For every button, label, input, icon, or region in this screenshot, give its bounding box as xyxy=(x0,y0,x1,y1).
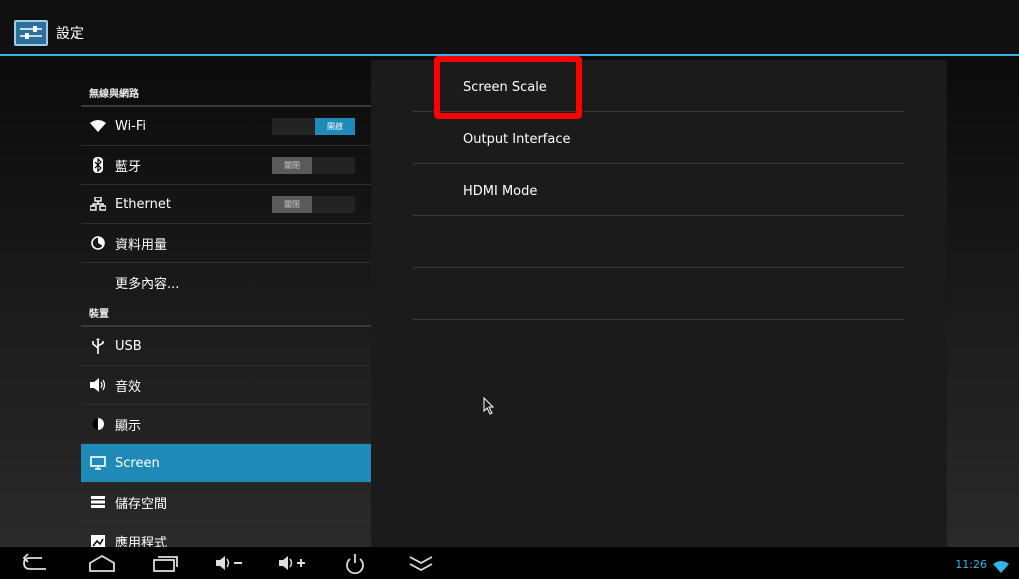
display-icon xyxy=(89,415,107,433)
navigation-bar: 11:26 xyxy=(0,547,1019,579)
home-icon[interactable] xyxy=(88,553,116,577)
section-header-wireless: 無線與網路 xyxy=(81,82,371,107)
data-usage-icon xyxy=(89,234,107,252)
sound-icon xyxy=(89,376,107,394)
sidebar-item-ethernet[interactable]: Ethernet 關閉 xyxy=(81,185,371,224)
mouse-cursor-icon xyxy=(483,396,495,419)
toggle-knob: 關閉 xyxy=(272,157,312,174)
option-empty-2 xyxy=(413,268,905,320)
settings-app-icon[interactable] xyxy=(14,20,48,46)
power-icon[interactable] xyxy=(344,553,366,579)
bluetooth-toggle[interactable]: 關閉 xyxy=(272,157,355,174)
volume-down-icon[interactable] xyxy=(214,553,244,577)
option-hdmi-mode[interactable]: HDMI Mode xyxy=(413,164,905,216)
storage-icon xyxy=(89,493,107,511)
sidebar-item-label: 應用程式 xyxy=(115,536,168,547)
highlight-box xyxy=(434,56,582,119)
sidebar-item-label: Wi-Fi xyxy=(115,118,147,134)
sidebar-item-label: 資料用量 xyxy=(115,237,168,253)
sidebar-item-storage[interactable]: 儲存空間 xyxy=(81,483,371,522)
ethernet-icon xyxy=(89,195,107,213)
option-empty-1 xyxy=(413,216,905,268)
sidebar-item-bluetooth[interactable]: 藍牙 關閉 xyxy=(81,146,371,185)
wifi-icon xyxy=(89,117,107,135)
title-bar: 設定 xyxy=(0,0,1019,56)
sidebar-item-wifi[interactable]: Wi-Fi 開啟 xyxy=(81,107,371,146)
wifi-toggle[interactable]: 開啟 xyxy=(272,118,355,135)
sidebar-item-more[interactable]: 更多內容... xyxy=(81,263,371,302)
clock: 11:26 xyxy=(955,558,987,571)
app-title: 設定 xyxy=(56,26,84,42)
sidebar-item-label: USB xyxy=(115,338,142,354)
sidebar-item-label: 儲存空間 xyxy=(115,496,168,512)
usb-icon xyxy=(89,337,107,355)
sidebar-item-label: 更多內容... xyxy=(115,277,180,292)
sidebar-item-data-usage[interactable]: 資料用量 xyxy=(81,224,371,263)
section-header-device: 裝置 xyxy=(81,302,371,327)
sidebar-item-label: Ethernet xyxy=(115,196,171,212)
content-area: 無線與網路 Wi-Fi 開啟 藍牙 關閉 Ethernet 關閉 資料用量 更多… xyxy=(0,56,1019,547)
bluetooth-icon xyxy=(89,156,107,174)
blank-icon-slot xyxy=(89,274,107,292)
sidebar-item-screen[interactable]: Screen xyxy=(81,444,371,483)
sidebar-item-label: 音效 xyxy=(115,379,142,395)
settings-sidebar: 無線與網路 Wi-Fi 開啟 藍牙 關閉 Ethernet 關閉 資料用量 更多… xyxy=(81,82,371,547)
apps-icon xyxy=(89,533,107,547)
option-output-interface[interactable]: Output Interface xyxy=(413,112,905,164)
sidebar-item-display[interactable]: 顯示 xyxy=(81,405,371,444)
sidebar-item-label: Screen xyxy=(115,455,160,471)
sidebar-item-label: 藍牙 xyxy=(115,159,142,175)
sidebar-item-apps[interactable]: 應用程式 xyxy=(81,522,371,547)
volume-up-icon[interactable] xyxy=(277,553,307,577)
toggle-knob: 開啟 xyxy=(315,118,355,135)
sidebar-item-usb[interactable]: USB xyxy=(81,327,371,366)
toggle-knob: 關閉 xyxy=(272,196,312,213)
sidebar-item-sound[interactable]: 音效 xyxy=(81,366,371,405)
ethernet-toggle[interactable]: 關閉 xyxy=(272,196,355,213)
sidebar-item-label: 顯示 xyxy=(115,418,142,434)
recent-apps-icon[interactable] xyxy=(152,553,178,577)
screen-icon xyxy=(89,454,107,472)
screen-settings-panel: Screen Scale Output Interface HDMI Mode xyxy=(371,60,947,547)
wifi-status-icon xyxy=(993,558,1009,577)
hide-bar-icon[interactable] xyxy=(408,553,434,577)
back-icon[interactable] xyxy=(22,553,48,577)
